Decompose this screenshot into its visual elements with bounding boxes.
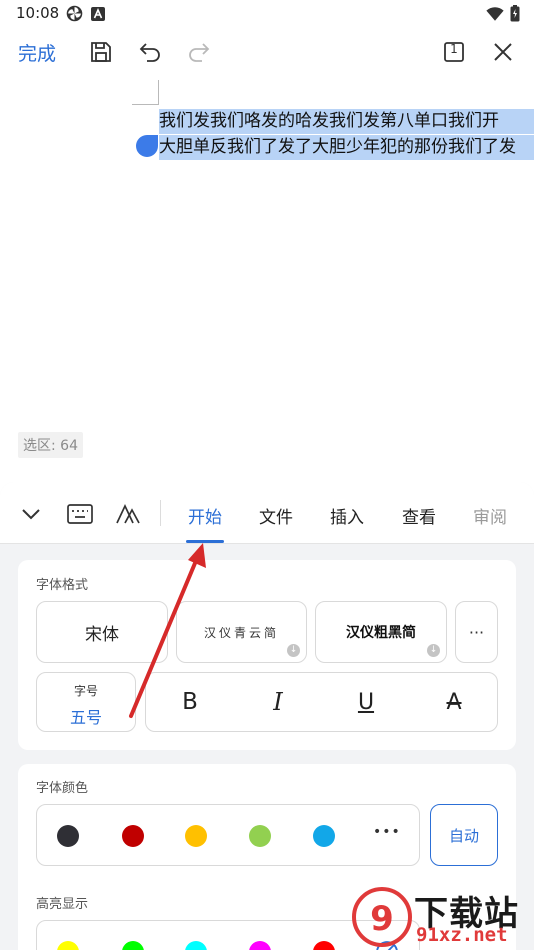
close-icon[interactable]	[490, 39, 516, 65]
color-swatch-orange[interactable]	[185, 825, 207, 847]
active-tab-indicator	[186, 540, 224, 543]
tab-insert[interactable]: 插入	[330, 503, 364, 528]
font-cuhei-label: 汉仪粗黑简	[346, 625, 416, 641]
wifi-icon	[486, 6, 504, 21]
underline-label: U	[357, 689, 375, 715]
page-count-icon[interactable]: 1	[441, 39, 467, 65]
status-notification-icons	[66, 5, 105, 22]
font-option-cuhei[interactable]: 汉仪粗黑简 ↓	[315, 601, 447, 663]
status-system-icons	[486, 5, 520, 22]
editor-toolbar: 完成 1	[0, 28, 534, 76]
bold-label: B	[182, 689, 198, 715]
highlight-swatch-green[interactable]	[122, 941, 144, 950]
tab-review[interactable]: 审阅	[473, 503, 507, 528]
font-size-value: 五号	[69, 708, 102, 727]
download-icon: ↓	[287, 644, 300, 657]
highlight-title: 高亮显示	[36, 897, 89, 912]
app-a-icon	[91, 6, 105, 21]
font-color-title: 字体颜色	[36, 781, 89, 796]
font-songti-label: 宋体	[85, 624, 119, 645]
color-swatch-green[interactable]	[249, 825, 271, 847]
ribbon-tabbar: 开始 文件 插入 查看 审阅	[0, 482, 534, 544]
tab-divider	[160, 500, 161, 526]
color-swatch-black[interactable]	[57, 825, 79, 847]
bold-button[interactable]: B	[146, 673, 234, 731]
pinwheel-icon	[66, 5, 83, 22]
font-format-title: 字体格式	[36, 578, 89, 593]
auto-color-label: 自动	[448, 826, 479, 845]
auto-color-button[interactable]: 自动	[430, 804, 498, 866]
highlight-swatch-red[interactable]	[313, 941, 335, 950]
font-color-swatch-row: •••	[36, 804, 420, 866]
font-size-label: 字号	[73, 684, 98, 698]
highlight-swatch-yellow[interactable]	[57, 941, 79, 950]
battery-icon	[510, 5, 520, 22]
more-fonts-button[interactable]: ···	[455, 601, 498, 663]
svg-text:9: 9	[370, 899, 394, 939]
tab-file[interactable]: 文件	[259, 503, 293, 528]
italic-button[interactable]: I	[234, 673, 322, 731]
strikethrough-label: A	[446, 689, 462, 715]
underline-button[interactable]: U	[322, 673, 410, 731]
font-qingyun-label: 汉仪青云简	[203, 625, 279, 640]
download-icon: ↓	[427, 644, 440, 657]
watermark-emblem-icon: 9	[352, 887, 412, 947]
keyboard-icon[interactable]	[67, 501, 93, 527]
watermark-logo: 9 下载站 91xz.net	[352, 884, 528, 948]
highlight-swatch-cyan[interactable]	[185, 941, 207, 950]
highlight-swatch-magenta[interactable]	[249, 941, 271, 950]
more-fonts-label: ···	[468, 622, 485, 642]
more-colors-button[interactable]: •••	[373, 824, 401, 840]
done-button[interactable]: 完成	[18, 39, 56, 66]
font-format-card: 字体格式 宋体 汉仪青云简 ↓ 汉仪粗黑简 ↓ ··· 字号 五号 B I U …	[18, 560, 516, 750]
save-icon[interactable]	[88, 39, 114, 65]
font-option-qingyun[interactable]: 汉仪青云简 ↓	[176, 601, 307, 663]
undo-icon[interactable]	[137, 39, 163, 65]
font-option-songti[interactable]: 宋体	[36, 601, 168, 663]
font-size-selector[interactable]: 字号 五号	[36, 672, 136, 732]
page-count-label: 1	[450, 42, 458, 56]
status-bar: 10:08	[0, 0, 534, 28]
font-style-icon[interactable]	[115, 501, 141, 527]
document-canvas[interactable]: 我们发我们咯发的哈发我们发第八单口我们开 大胆单反我们了发了大胆少年犯的那份我们…	[0, 76, 534, 480]
margin-corner-mark	[132, 104, 158, 105]
tab-home[interactable]: 开始	[188, 503, 222, 528]
formatting-panel: 开始 文件 插入 查看 审阅 字体格式 宋体 汉仪青云简 ↓ 汉仪粗黑简 ↓ ·…	[0, 482, 534, 950]
margin-corner-mark-vertical	[158, 80, 159, 105]
status-time: 10:08	[16, 4, 60, 22]
redo-icon[interactable]	[186, 39, 212, 65]
selected-text-line-2[interactable]: 大胆单反我们了发了大胆少年犯的那份我们了发	[159, 135, 534, 160]
watermark-url: 91xz.net	[416, 924, 508, 946]
text-style-group: B I U A	[145, 672, 498, 732]
tab-view[interactable]: 查看	[402, 503, 436, 528]
selection-start-handle[interactable]	[136, 135, 158, 157]
selected-text-line-1[interactable]: 我们发我们咯发的哈发我们发第八单口我们开	[159, 109, 534, 134]
color-swatch-dark-red[interactable]	[122, 825, 144, 847]
italic-label: I	[273, 688, 283, 716]
color-swatch-blue[interactable]	[313, 825, 335, 847]
selection-count-badge: 选区: 64	[18, 432, 83, 458]
collapse-chevron-icon[interactable]	[18, 501, 44, 527]
strikethrough-button[interactable]: A	[410, 673, 498, 731]
